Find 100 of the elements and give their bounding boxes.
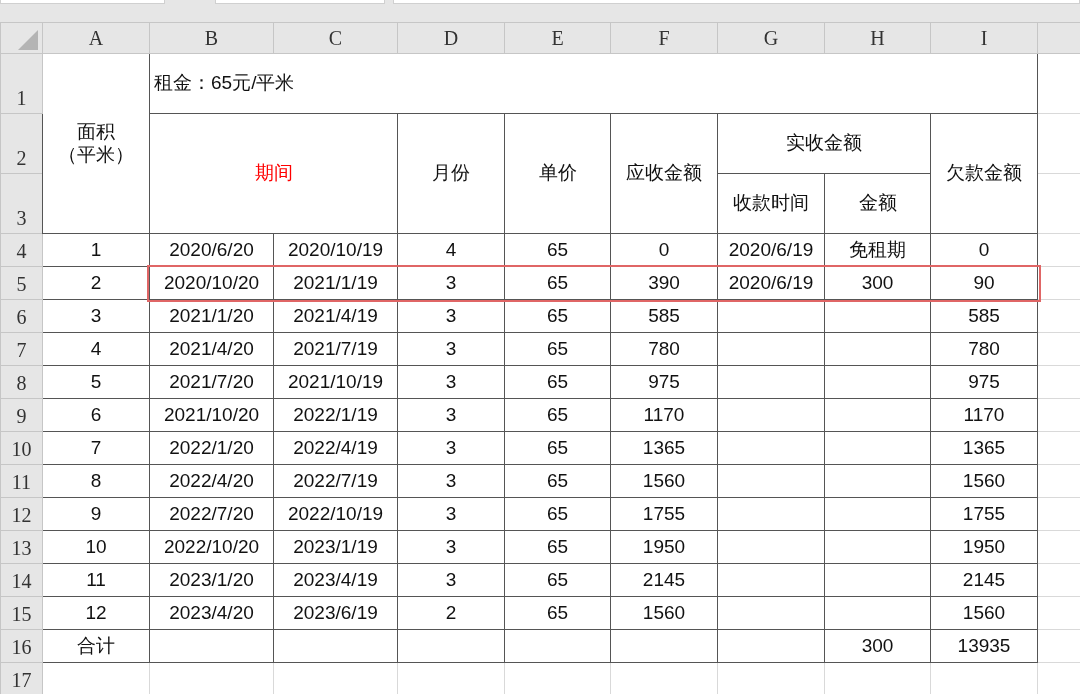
column-header[interactable]: G <box>717 22 825 54</box>
table-cell: 780 <box>610 332 718 366</box>
table-cell: 7 <box>42 431 150 465</box>
row-header[interactable]: 4 <box>0 233 43 267</box>
header-cell: 期间 <box>149 113 398 234</box>
table-cell: 65 <box>504 431 611 465</box>
table-cell: 3 <box>397 365 505 399</box>
table-cell: 65 <box>504 332 611 366</box>
table-cell: 1 <box>42 233 150 267</box>
table-cell: 2022/1/20 <box>149 431 274 465</box>
column-header[interactable]: A <box>42 22 150 54</box>
row-header[interactable]: 14 <box>0 563 43 597</box>
table-cell: 2022/7/19 <box>273 464 398 498</box>
table-cell: 2 <box>42 266 150 300</box>
table-cell: 2 <box>397 596 505 630</box>
table-cell: 2022/4/19 <box>273 431 398 465</box>
header-cell: 收款时间 <box>717 173 825 234</box>
table-cell: 975 <box>610 365 718 399</box>
row-header[interactable]: 5 <box>0 266 43 300</box>
table-cell: 3 <box>397 563 505 597</box>
row-header[interactable]: 15 <box>0 596 43 630</box>
row-header[interactable]: 2 <box>0 113 43 174</box>
table-cell: 13935 <box>930 629 1038 663</box>
table-cell: 1950 <box>610 530 718 564</box>
table-cell: 300 <box>824 266 931 300</box>
table-cell: 90 <box>930 266 1038 300</box>
row-header[interactable]: 12 <box>0 497 43 531</box>
table-cell: 3 <box>397 332 505 366</box>
table-cell: 1755 <box>610 497 718 531</box>
select-all-triangle-icon[interactable] <box>16 28 38 50</box>
table-cell: 65 <box>504 596 611 630</box>
table-cell: 2023/4/19 <box>273 563 398 597</box>
table-cell: 2021/4/20 <box>149 332 274 366</box>
table-cell: 585 <box>610 299 718 333</box>
row-header[interactable]: 13 <box>0 530 43 564</box>
table-cell: 3 <box>397 464 505 498</box>
column-header[interactable]: E <box>504 22 611 54</box>
table-cell: 3 <box>397 497 505 531</box>
column-header[interactable]: I <box>930 22 1038 54</box>
table-cell: 2022/7/20 <box>149 497 274 531</box>
table-cell: 2023/4/20 <box>149 596 274 630</box>
row-header[interactable]: 1 <box>0 53 43 114</box>
table-cell: 1560 <box>930 464 1038 498</box>
table-cell: 3 <box>397 431 505 465</box>
table-cell: 2023/1/20 <box>149 563 274 597</box>
row-header[interactable]: 6 <box>0 299 43 333</box>
table-cell: 3 <box>42 299 150 333</box>
table-cell: 3 <box>397 398 505 432</box>
table-cell: 2022/4/20 <box>149 464 274 498</box>
table-cell: 1560 <box>610 464 718 498</box>
table-cell: 2021/10/19 <box>273 365 398 399</box>
table-cell: 3 <box>397 530 505 564</box>
table-cell: 2023/1/19 <box>273 530 398 564</box>
rent-note: 租金：65元/平米 <box>149 53 1038 114</box>
table-cell: 6 <box>42 398 150 432</box>
table-cell: 2022/10/19 <box>273 497 398 531</box>
column-header[interactable]: B <box>149 22 274 54</box>
table-cell: 1560 <box>610 596 718 630</box>
table-cell: 12 <box>42 596 150 630</box>
column-header[interactable]: D <box>397 22 505 54</box>
row-header[interactable]: 8 <box>0 365 43 399</box>
table-cell: 65 <box>504 299 611 333</box>
header-cell: 应收金额 <box>610 113 718 234</box>
table-cell: 1365 <box>610 431 718 465</box>
row-header[interactable]: 3 <box>0 173 43 234</box>
table-cell: 2021/10/20 <box>149 398 274 432</box>
row-header[interactable]: 17 <box>0 662 43 694</box>
table-cell: 2021/1/19 <box>273 266 398 300</box>
column-header[interactable]: F <box>610 22 718 54</box>
row-header[interactable]: 9 <box>0 398 43 432</box>
table-cell: 65 <box>504 398 611 432</box>
table-cell: 975 <box>930 365 1038 399</box>
table-cell: 65 <box>504 266 611 300</box>
table-cell: 8 <box>42 464 150 498</box>
header-cell: 欠款金额 <box>930 113 1038 234</box>
column-header[interactable]: C <box>273 22 398 54</box>
table-cell: 65 <box>504 530 611 564</box>
table-cell: 1170 <box>930 398 1038 432</box>
table-cell: 390 <box>610 266 718 300</box>
column-header[interactable]: H <box>824 22 931 54</box>
header-cell: 月份 <box>397 113 505 234</box>
table-cell: 2021/4/19 <box>273 299 398 333</box>
row-header[interactable]: 11 <box>0 464 43 498</box>
table-cell: 4 <box>42 332 150 366</box>
table-cell: 65 <box>504 365 611 399</box>
table-cell: 1560 <box>930 596 1038 630</box>
table-cell: 2022/1/19 <box>273 398 398 432</box>
table-cell: 2021/7/19 <box>273 332 398 366</box>
table-cell: 1755 <box>930 497 1038 531</box>
table-cell: 65 <box>504 563 611 597</box>
table-cell: 1170 <box>610 398 718 432</box>
table-cell: 9 <box>42 497 150 531</box>
header-cell: 实收金额 <box>717 113 931 174</box>
row-header[interactable]: 7 <box>0 332 43 366</box>
table-cell: 2022/10/20 <box>149 530 274 564</box>
row-header[interactable]: 16 <box>0 629 43 663</box>
table-cell: 3 <box>397 299 505 333</box>
row-header[interactable]: 10 <box>0 431 43 465</box>
table-cell: 11 <box>42 563 150 597</box>
table-cell: 300 <box>824 629 931 663</box>
